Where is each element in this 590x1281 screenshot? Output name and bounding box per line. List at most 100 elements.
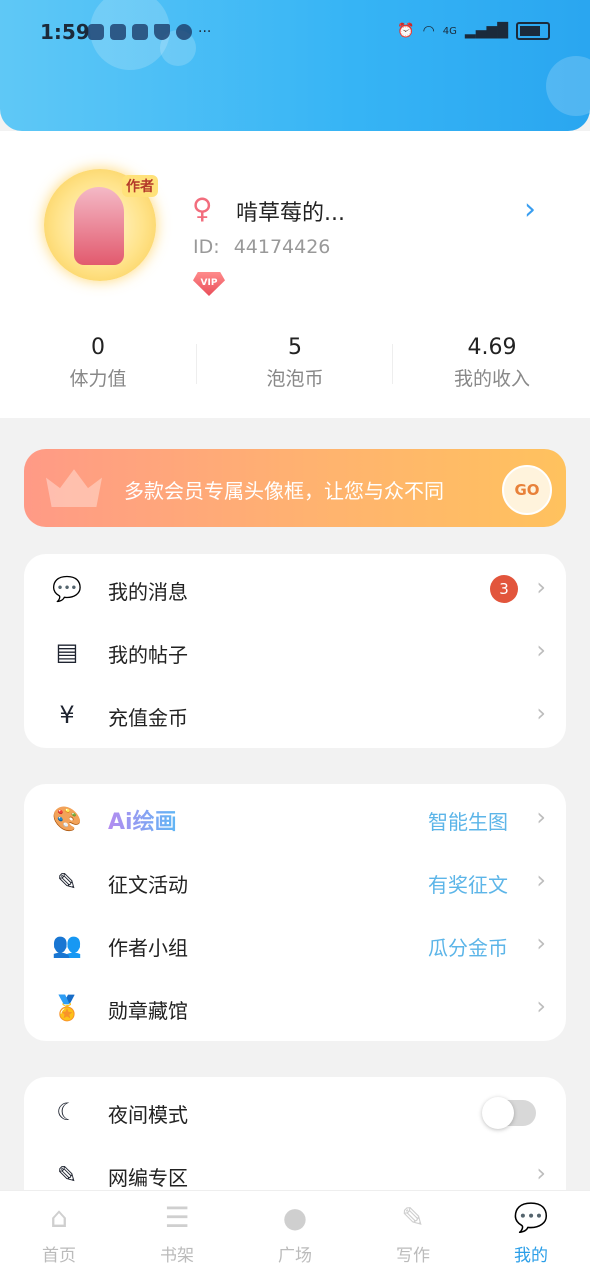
go-button[interactable]: GO	[502, 465, 552, 515]
menu-item-label: 我的帖子	[108, 643, 188, 667]
menu-item-label: 我的消息	[108, 580, 188, 604]
stat-value: 5	[288, 335, 302, 360]
tab-label: 首页	[42, 1246, 76, 1266]
network-label: 4G	[442, 25, 457, 37]
tab-square[interactable]: ● 广场	[236, 1201, 354, 1266]
menu-item-night-mode[interactable]: ☾ 夜间模式	[24, 1080, 566, 1143]
menu-item-hint: 瓜分金币	[428, 936, 508, 960]
alarm-icon: ⏰	[397, 23, 415, 39]
header-background: 1:59 ··· ⏰ ◠ 4G ▂▄▆█	[0, 0, 590, 131]
menu-item-label: 作者小组	[108, 936, 188, 960]
banner-text: 多款会员专属头像框，让您与众不同	[124, 479, 444, 503]
bookshelf-icon: ☰	[164, 1201, 190, 1234]
toggle-knob	[482, 1097, 514, 1129]
battery-icon	[516, 22, 550, 40]
tab-label: 广场	[278, 1246, 312, 1266]
menu-item-label: 夜间模式	[108, 1103, 188, 1127]
stat-income[interactable]: 4.69 我的收入	[394, 335, 590, 391]
stat-divider	[196, 344, 197, 384]
pen-icon: ✎	[401, 1201, 425, 1234]
id-label: ID:	[193, 236, 220, 258]
vip-frame-banner[interactable]: 多款会员专属头像框，让您与众不同 GO	[24, 449, 566, 527]
stat-label: 我的收入	[453, 368, 530, 390]
unread-count-badge: 3	[490, 575, 518, 603]
menu-item-label: 网编专区	[108, 1166, 188, 1190]
stat-value: 4.69	[467, 335, 517, 360]
chevron-right-icon: ›	[536, 573, 546, 601]
edit-square-icon: ✎	[56, 1161, 78, 1189]
chevron-right-icon: ›	[536, 929, 546, 957]
id-value: 44174426	[233, 236, 331, 258]
author-tag: 作者	[122, 175, 158, 197]
menu-item-ai-drawing[interactable]: 🎨 Ai绘画 智能生图 ›	[24, 787, 566, 850]
stat-bubble-coins[interactable]: 5 泡泡币	[197, 335, 393, 391]
moon-icon: ☾	[56, 1098, 78, 1126]
ai-drawing-label: Ai绘画	[108, 804, 177, 836]
username[interactable]: 啃草莓的...	[236, 195, 345, 227]
menu-card-creation: 🎨 Ai绘画 智能生图 › ✎ 征文活动 有奖征文 › 👥 作者小组 瓜分金币 …	[24, 784, 566, 1041]
stat-label: 泡泡币	[266, 368, 324, 390]
chevron-right-icon: ›	[536, 636, 546, 664]
avatar-character	[74, 187, 124, 265]
menu-item-essay-contest[interactable]: ✎ 征文活动 有奖征文 ›	[24, 850, 566, 913]
tab-label: 书架	[160, 1246, 194, 1266]
shield-icon	[154, 24, 170, 40]
menu-item-medal-hall[interactable]: 🏅 勋章藏馆 ›	[24, 976, 566, 1039]
menu-item-hint: 智能生图	[428, 810, 508, 834]
tab-home[interactable]: ⌂ 首页	[0, 1201, 118, 1266]
cloud-icon	[88, 24, 104, 40]
tab-label: 写作	[396, 1246, 430, 1266]
pen-icon: ✎	[56, 868, 78, 896]
status-notification-icons: ···	[88, 24, 211, 40]
wifi-icon: ◠	[422, 23, 435, 39]
chat-bubble-icon: 💬	[513, 1201, 549, 1234]
message-icon	[176, 24, 192, 40]
group-users-icon: 👥	[52, 931, 82, 959]
chevron-right-icon: ›	[536, 699, 546, 727]
menu-card-personal: 💬 我的消息 3 › ▤ 我的帖子 › ¥ 充值金币 ›	[24, 554, 566, 748]
menu-item-recharge[interactable]: ¥ 充值金币 ›	[24, 683, 566, 746]
status-system-icons: ⏰ ◠ 4G ▂▄▆█	[397, 22, 550, 40]
night-mode-toggle[interactable]	[482, 1097, 536, 1129]
menu-item-label: 征文活动	[108, 873, 188, 897]
yuan-coin-icon: ¥	[59, 701, 75, 729]
gender-female-icon: ♀	[192, 192, 213, 225]
home-icon: ⌂	[50, 1201, 68, 1234]
tab-label: 我的	[514, 1246, 548, 1266]
music-icon	[110, 24, 126, 40]
planet-icon: ●	[282, 1201, 308, 1234]
avatar[interactable]: 作者	[44, 169, 158, 281]
browser-icon	[132, 24, 148, 40]
bottom-tab-bar: ⌂ 首页 ☰ 书架 ● 广场 ✎ 写作 💬 我的	[0, 1190, 590, 1281]
menu-item-messages[interactable]: 💬 我的消息 3 ›	[24, 557, 566, 620]
menu-item-author-group[interactable]: 👥 作者小组 瓜分金币 ›	[24, 913, 566, 976]
tab-write[interactable]: ✎ 写作	[354, 1201, 472, 1266]
profile-chevron-right-icon[interactable]: ›	[524, 192, 536, 227]
signal-icon: ▂▄▆█	[464, 23, 508, 39]
decor-bubble	[546, 56, 590, 116]
status-time: 1:59	[40, 20, 90, 44]
chevron-right-icon: ›	[536, 1159, 546, 1187]
document-icon: ▤	[55, 638, 79, 666]
menu-item-label: 勋章藏馆	[108, 999, 188, 1023]
tab-mine[interactable]: 💬 我的	[472, 1201, 590, 1266]
chevron-right-icon: ›	[536, 866, 546, 894]
crown-icon	[46, 469, 102, 507]
message-bubble-icon: 💬	[52, 575, 82, 603]
more-icon: ···	[198, 24, 212, 40]
menu-item-posts[interactable]: ▤ 我的帖子 ›	[24, 620, 566, 683]
stat-stamina[interactable]: 0 体力值	[0, 335, 196, 391]
stat-divider	[392, 344, 393, 384]
stat-value: 0	[91, 335, 105, 360]
user-id: ID: 44174426	[193, 236, 330, 258]
tab-bookshelf[interactable]: ☰ 书架	[118, 1201, 236, 1266]
medal-icon: 🏅	[52, 994, 82, 1022]
stat-label: 体力值	[69, 368, 127, 390]
menu-item-hint: 有奖征文	[428, 873, 508, 897]
status-bar: 1:59 ··· ⏰ ◠ 4G ▂▄▆█	[0, 0, 590, 64]
chevron-right-icon: ›	[536, 803, 546, 831]
stats-row: 0 体力值 5 泡泡币 4.69 我的收入	[0, 335, 590, 395]
chevron-right-icon: ›	[536, 992, 546, 1020]
palette-icon: 🎨	[52, 805, 82, 833]
menu-item-label: 充值金币	[108, 706, 188, 730]
